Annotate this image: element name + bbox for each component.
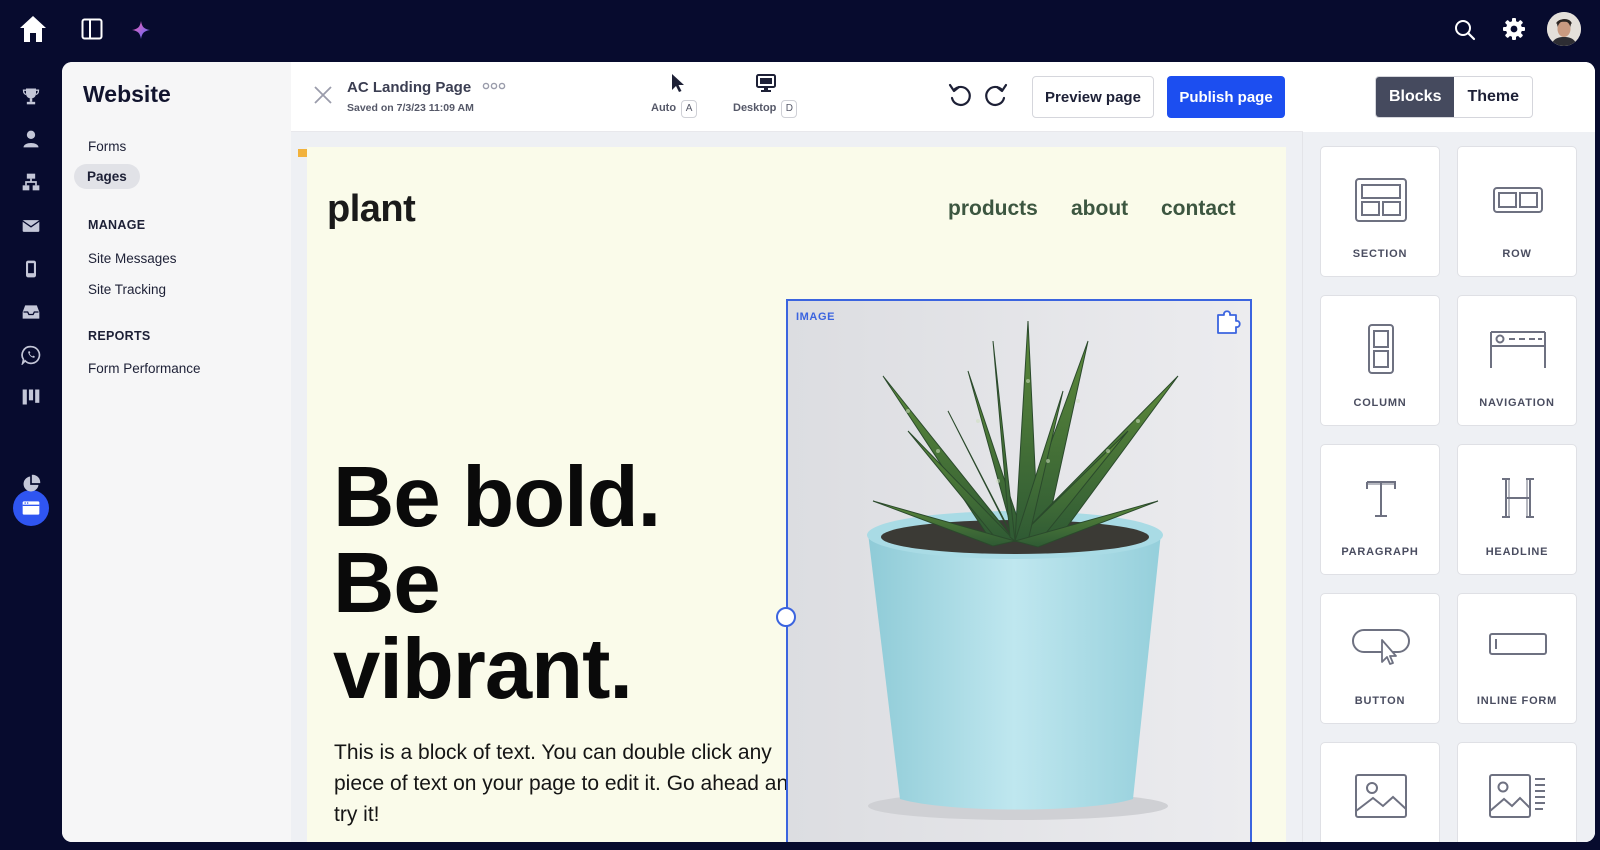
sparkle-icon[interactable] [130, 19, 152, 41]
website-sidenav: Website Forms Pages MANAGE Site Messages… [62, 62, 291, 842]
cursor-icon [672, 74, 684, 92]
block-column-label: COLUMN [1353, 397, 1407, 409]
image-block[interactable]: IMAGE [786, 299, 1252, 842]
paragraph-icon [1366, 481, 1396, 517]
tab-blocks[interactable]: Blocks [1376, 77, 1455, 117]
sidebar-toggle-icon[interactable] [81, 18, 103, 40]
image-icon [1355, 774, 1407, 818]
landing-headline[interactable]: Be bold. Be vibrant. [333, 450, 661, 717]
gear-icon[interactable] [1502, 17, 1526, 41]
block-inline-form[interactable]: INLINE FORM [1457, 593, 1577, 724]
trophy-icon[interactable] [19, 84, 43, 108]
landing-nav-products[interactable]: products [948, 197, 1038, 221]
puzzle-icon[interactable] [1214, 306, 1244, 336]
monitor-icon [756, 74, 776, 92]
block-paragraph-label: PARAGRAPH [1341, 546, 1419, 558]
avatar[interactable] [1547, 12, 1581, 46]
reports-icon[interactable] [19, 472, 43, 496]
block-button[interactable]: BUTTON [1320, 593, 1440, 724]
sidenav-item-site-tracking[interactable]: Site Tracking [88, 282, 166, 297]
sidenav-item-site-messages[interactable]: Site Messages [88, 251, 177, 266]
image-text-icon [1489, 774, 1545, 818]
saved-timestamp: Saved on 7/3/23 11:09 AM [347, 102, 474, 114]
mode-desktop[interactable]: Desktop D [733, 72, 798, 118]
resize-handle[interactable] [776, 607, 796, 627]
undo-icon[interactable] [947, 82, 973, 108]
publish-page-button[interactable]: Publish page [1167, 76, 1285, 118]
mode-auto[interactable]: Auto A [651, 72, 698, 118]
block-headline[interactable]: HEADLINE [1457, 444, 1577, 575]
landing-page-preview[interactable]: plant products about contact Be bold. Be… [307, 147, 1286, 842]
panel-tabs: Blocks Theme [1375, 76, 1534, 118]
block-navigation-label: NAVIGATION [1479, 397, 1555, 409]
mode-desktop-key: D [781, 100, 798, 118]
navigation-icon [1490, 331, 1546, 368]
image-block-tag: IMAGE [796, 311, 836, 323]
block-navigation[interactable]: NAVIGATION [1457, 295, 1577, 426]
block-inline-form-label: INLINE FORM [1476, 695, 1558, 707]
mode-auto-label: Auto [651, 102, 677, 114]
landing-logo[interactable]: plant [327, 188, 416, 231]
reports-heading: REPORTS [88, 329, 151, 343]
block-paragraph[interactable]: PARAGRAPH [1320, 444, 1440, 575]
section-icon [1355, 178, 1407, 222]
block-column[interactable]: COLUMN [1320, 295, 1440, 426]
block-row[interactable]: ROW [1457, 146, 1577, 277]
icon-rail [0, 60, 62, 850]
block-image[interactable] [1320, 742, 1440, 842]
mode-desktop-label: Desktop [733, 102, 777, 114]
plant-photo [788, 301, 1250, 842]
sidenav-title: Website [83, 81, 171, 107]
button-icon [1352, 629, 1410, 665]
mobile-icon[interactable] [19, 257, 43, 281]
sidenav-item-form-performance[interactable]: Form Performance [88, 361, 201, 376]
preview-page-button[interactable]: Preview page [1032, 76, 1154, 118]
landing-nav-contact[interactable]: contact [1161, 197, 1236, 221]
editor-canvas: plant products about contact Be bold. Be… [291, 132, 1303, 842]
whatsapp-icon[interactable] [19, 343, 43, 367]
headline-line-2: Be [333, 536, 441, 631]
block-section-label: SECTION [1352, 248, 1408, 260]
main-card: Website Forms Pages MANAGE Site Messages… [62, 62, 1595, 842]
block-section[interactable]: SECTION [1320, 146, 1440, 277]
mail-icon[interactable] [19, 214, 43, 238]
headline-line-1: Be bold. [333, 450, 661, 545]
mode-auto-key: A [681, 100, 698, 118]
sidenav-item-forms[interactable]: Forms [88, 139, 126, 154]
page-editor: AC Landing Page Saved on 7/3/23 11:09 AM… [291, 62, 1595, 842]
contacts-icon[interactable] [19, 127, 43, 151]
row-icon [1493, 187, 1543, 213]
search-icon[interactable] [1453, 18, 1477, 42]
tab-theme[interactable]: Theme [1454, 77, 1532, 117]
manage-heading: MANAGE [88, 218, 146, 232]
blocks-panel: Blocks Theme SECTION ROW COLUMN NAVIGATI… [1303, 62, 1595, 842]
automations-icon[interactable] [19, 170, 43, 194]
pipeline-icon[interactable] [19, 385, 43, 409]
redo-icon[interactable] [983, 82, 1009, 108]
website-icon[interactable] [19, 496, 43, 520]
block-headline-label: HEADLINE [1485, 546, 1549, 558]
inbox-icon[interactable] [19, 300, 43, 324]
column-icon [1368, 324, 1394, 374]
block-tiles: SECTION ROW COLUMN NAVIGATION PARAGRAPH … [1303, 132, 1595, 842]
home-icon[interactable] [17, 13, 49, 45]
top-bar [0, 0, 1600, 60]
block-image-text[interactable] [1457, 742, 1577, 842]
landing-body-text[interactable]: This is a block of text. You can double … [334, 737, 804, 830]
headline-line-3: vibrant. [333, 622, 633, 717]
landing-nav-about[interactable]: about [1071, 197, 1128, 221]
block-row-label: ROW [1502, 248, 1532, 260]
page-name[interactable]: AC Landing Page [347, 79, 471, 96]
more-options-icon[interactable] [482, 81, 506, 91]
block-button-label: BUTTON [1354, 695, 1406, 707]
inline-form-icon [1489, 633, 1547, 655]
close-icon[interactable] [312, 84, 334, 106]
sidenav-item-pages[interactable]: Pages [74, 164, 140, 189]
headline-icon [1502, 478, 1534, 518]
